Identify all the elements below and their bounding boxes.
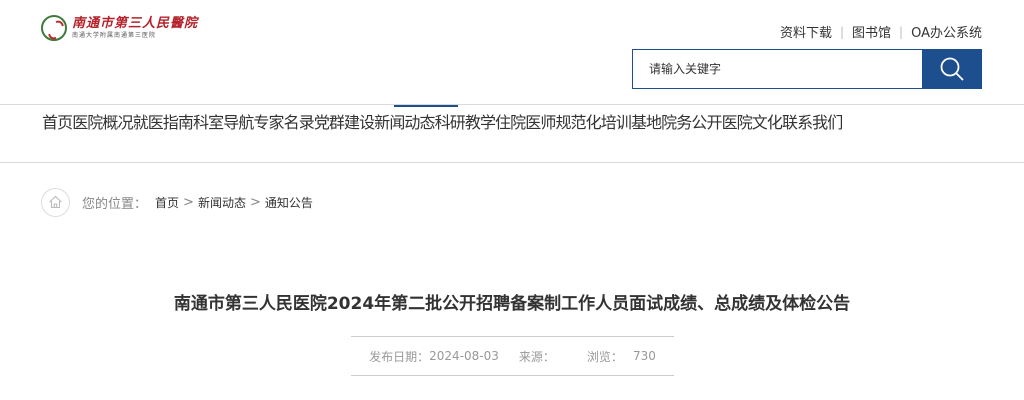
nav-item-contact[interactable]: 联系我们	[782, 113, 843, 133]
logo-name: 南通市第三人民醫院	[72, 16, 199, 31]
breadcrumb-label: 您的位置：	[82, 196, 148, 212]
nav-item-affairs[interactable]: 院务公开	[661, 113, 722, 133]
nav-item-experts[interactable]: 专家名录	[253, 113, 314, 133]
main-nav-bar: 首页 医院概况 就医指南 科室导航 专家名录 党群建设 新闻动态 科研教学 住院…	[0, 104, 1024, 163]
breadcrumb-home[interactable]: 首页	[155, 194, 179, 211]
source-label: 来源：	[518, 349, 555, 364]
divider: |	[899, 24, 904, 39]
publish-date: 2024-08-03	[429, 349, 499, 363]
logo-text: 南通市第三人民醫院 南通大学附属南通第三医院	[72, 17, 198, 39]
logo-subtitle: 南通大学附属南通第三医院	[72, 32, 157, 39]
nav-item-guide[interactable]: 就医指南	[133, 113, 194, 133]
nav-item-overview[interactable]: 医院概况	[72, 113, 133, 133]
breadcrumb-notices[interactable]: 通知公告	[265, 194, 313, 211]
top-link-downloads[interactable]: 资料下载	[780, 22, 832, 41]
nav-item-culture[interactable]: 医院文化	[722, 113, 783, 133]
top-link-oa-system[interactable]: OA办公系统	[911, 22, 982, 41]
nav-item-home[interactable]: 首页	[42, 113, 73, 133]
publish-date-label: 发布日期：	[369, 349, 430, 364]
search-input[interactable]	[632, 49, 922, 89]
breadcrumb-separator: >	[249, 194, 261, 210]
top-links: 资料下载 | 图书馆 | OA办公系统	[780, 22, 982, 42]
search-icon	[940, 57, 964, 81]
search-button[interactable]	[922, 49, 982, 89]
top-link-library[interactable]: 图书馆	[852, 22, 891, 41]
article-meta: 发布日期： 2024-08-03 来源： 浏览： 730	[351, 336, 674, 376]
nav-item-departments[interactable]: 科室导航	[193, 113, 254, 133]
views-label: 浏览：	[586, 349, 623, 364]
breadcrumb-news[interactable]: 新闻动态	[198, 194, 246, 211]
nav-item-news[interactable]: 新闻动态	[374, 113, 435, 133]
divider: |	[839, 24, 845, 39]
main-nav: 首页 医院概况 就医指南 科室导航 专家名录 党群建设 新闻动态 科研教学 住院…	[42, 113, 843, 133]
nav-item-residency[interactable]: 住院医师规范化培训基地	[495, 113, 662, 133]
home-icon	[41, 187, 70, 217]
search-bar	[632, 49, 982, 89]
breadcrumb-separator: >	[183, 194, 194, 210]
nav-item-party[interactable]: 党群建设	[314, 113, 375, 133]
breadcrumb: 您的位置： 首页 > 新闻动态 > 通知公告	[41, 187, 313, 217]
nav-item-research[interactable]: 科研教学	[435, 113, 496, 133]
article-title: 南通市第三人民医院2024年第二批公开招聘备案制工作人员面试成绩、总成绩及体检公…	[173, 294, 851, 314]
views-count: 730	[632, 349, 656, 363]
hospital-seal-icon	[41, 15, 67, 41]
nav-active-indicator	[394, 105, 458, 107]
hospital-logo[interactable]: 南通市第三人民醫院 南通大学附属南通第三医院	[41, 14, 197, 42]
